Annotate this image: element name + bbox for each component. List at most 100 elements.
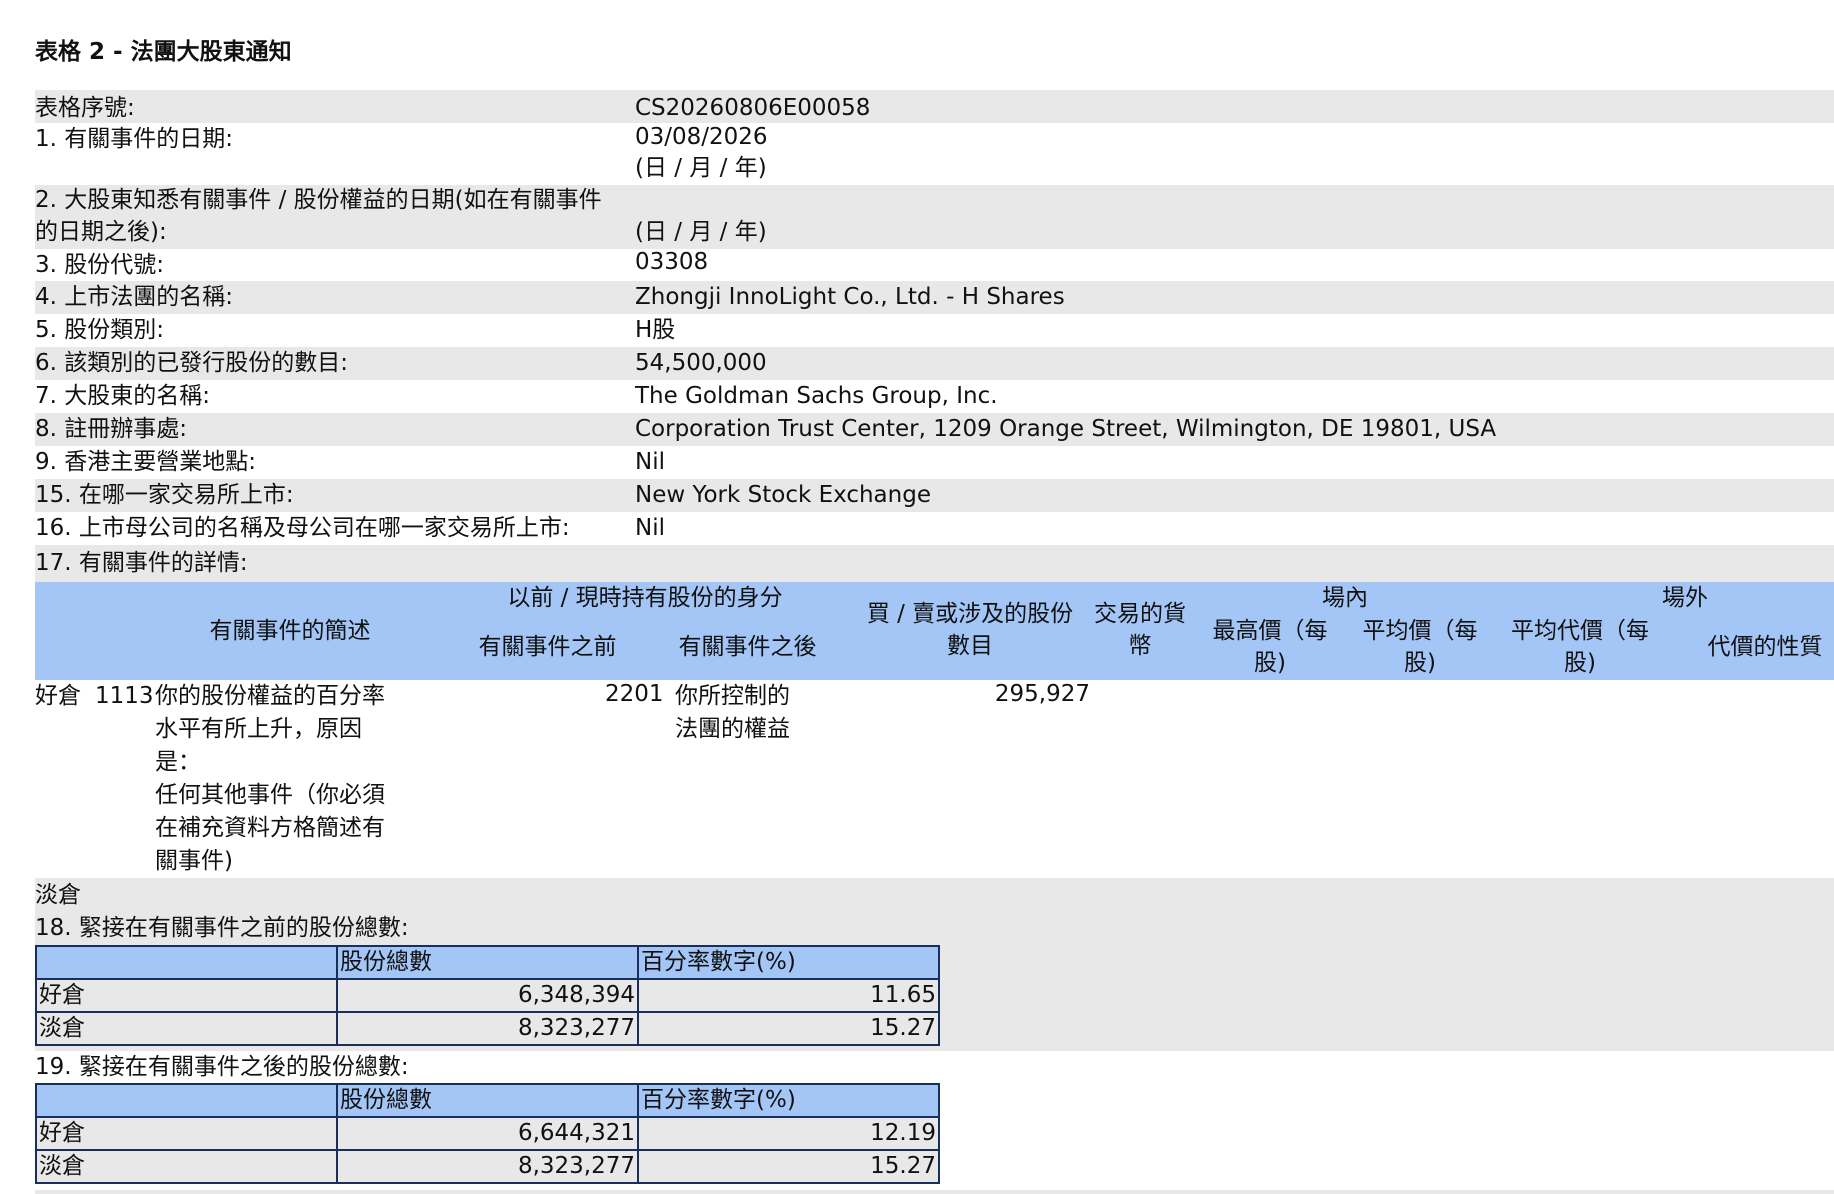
field-16: 16. 上市母公司的名稱及母公司在哪一家交易所上市: Nil [35, 512, 1834, 545]
header-total-shares: 股份總數 [336, 945, 639, 980]
field-4: 4. 上市法團的名稱: Zhongji InnoLight Co., Ltd. … [35, 281, 1834, 314]
event-desc-line: 水平有所上升，原因 [155, 716, 362, 742]
field-label: 18. 緊接在有關事件之前的股份總數: [35, 915, 409, 941]
header-capacity-group: 以前 / 現時持有股份的身分 [507, 585, 783, 611]
field-serial: 表格序號: CS20260806E00058 [35, 90, 1834, 123]
field-17: 17. 有關事件的詳情: [35, 545, 1834, 582]
totals-after-table: 股份總數 百分率數字(%) 好倉 6,644,321 12.19 淡倉 8,32… [35, 1083, 940, 1184]
total-shares: 6,644,321 [336, 1116, 639, 1151]
field-value: Nil [635, 449, 665, 475]
header-percentage: 百分率數字(%) [637, 1083, 940, 1118]
field-6: 6. 該類別的已發行股份的數目: 54,500,000 [35, 347, 1834, 380]
field-label: 4. 上市法團的名稱: [35, 284, 234, 310]
field-5: 5. 股份類別: H股 [35, 314, 1834, 347]
field-label: 15. 在哪一家交易所上市: [35, 482, 294, 508]
header-highest-line1: 最高價（每 [1212, 618, 1328, 644]
field-9: 9. 香港主要營業地點: Nil [35, 446, 1834, 479]
field-label: 9. 香港主要營業地點: [35, 449, 257, 475]
position-short: 淡倉 [35, 882, 81, 908]
field-2: 2. 大股東知悉有關事件 / 股份權益的日期(如在有關事件 的日期之後): (日… [35, 185, 1834, 249]
header-shares-line2: 數目 [947, 633, 993, 659]
field-value: The Goldman Sachs Group, Inc. [635, 383, 998, 409]
field-label: 1. 有關事件的日期: [35, 126, 234, 152]
header-blank [35, 1083, 338, 1118]
after-capacity-line: 你所控制的 [675, 683, 790, 709]
totals-before-table: 股份總數 百分率數字(%) 好倉 6,348,394 11.65 淡倉 8,32… [35, 945, 940, 1046]
field-label: 16. 上市母公司的名稱及母公司在哪一家交易所上市: [35, 515, 570, 541]
field-18: 18. 緊接在有關事件之前的股份總數: [35, 911, 1834, 945]
form-page: 表格 2 - 法團大股東通知 表格序號: CS20260806E00058 1.… [0, 0, 1834, 1194]
field-label: 17. 有關事件的詳情: [35, 550, 248, 576]
field-19: 19. 緊接在有關事件之後的股份總數: [35, 1051, 1834, 1083]
table-row: 淡倉 8,323,277 15.27 [35, 1011, 940, 1046]
header-avg-consideration-line2: 股) [1564, 650, 1596, 676]
event-desc-line: 是： [155, 749, 201, 775]
field-label: 表格序號: [35, 95, 135, 121]
header-total-shares: 股份總數 [336, 1083, 639, 1118]
event-desc-line: 任何其他事件（你必須 [155, 782, 385, 808]
date-format-note: (日 / 月 / 年) [635, 219, 767, 245]
field-value: Corporation Trust Center, 1209 Orange St… [635, 416, 1497, 442]
field-7: 7. 大股東的名稱: The Goldman Sachs Group, Inc. [35, 380, 1834, 413]
percentage: 15.27 [637, 1149, 940, 1184]
position-label: 好倉 [35, 1116, 338, 1151]
field-value: 03/08/2026 [635, 124, 768, 150]
table-row: 淡倉 8,323,277 15.27 [35, 1149, 940, 1184]
field-label: 3. 股份代號: [35, 252, 165, 278]
field-label-line1: 2. 大股東知悉有關事件 / 股份權益的日期(如在有關事件 [35, 187, 602, 213]
percentage: 11.65 [637, 978, 940, 1013]
event-table-header: 有關事件的簡述 以前 / 現時持有股份的身分 有關事件之前 有關事件之後 買 /… [35, 582, 1834, 680]
field-label: 19. 緊接在有關事件之後的股份總數: [35, 1054, 409, 1080]
header-percentage: 百分率數字(%) [637, 945, 940, 980]
percentage: 12.19 [637, 1116, 940, 1151]
field-value: New York Stock Exchange [635, 482, 931, 508]
position-label: 淡倉 [35, 1149, 338, 1184]
header-description: 有關事件的簡述 [209, 618, 371, 644]
field-3: 3. 股份代號: 03308 [35, 249, 1834, 281]
event-code: 1113 [95, 683, 154, 709]
totals-after-section: 股份總數 百分率數字(%) 好倉 6,644,321 12.19 淡倉 8,32… [35, 1083, 1834, 1189]
header-shares-line1: 買 / 賣或涉及的股份 [866, 601, 1074, 627]
position-label: 淡倉 [35, 1011, 338, 1046]
total-shares: 8,323,277 [336, 1011, 639, 1046]
field-value: H股 [635, 317, 676, 343]
field-label: 7. 大股東的名稱: [35, 383, 211, 409]
header-after: 有關事件之後 [678, 634, 817, 660]
after-code: 2201 [605, 681, 664, 707]
table-row: 好倉 6,644,321 12.19 [35, 1116, 940, 1151]
shares-involved: 295,927 [994, 681, 1090, 707]
field-15: 15. 在哪一家交易所上市: New York Stock Exchange [35, 479, 1834, 512]
field-label: 6. 該類別的已發行股份的數目: [35, 350, 349, 376]
field-value: Nil [635, 515, 665, 541]
event-table-row: 好倉 1113 你的股份權益的百分率 水平有所上升，原因 是： 任何其他事件（你… [35, 680, 1834, 878]
field-label: 5. 股份類別: [35, 317, 165, 343]
field-value: 03308 [635, 249, 709, 275]
event-desc-line: 在補充資料方格簡述有 [155, 815, 385, 841]
event-desc-line: 你的股份權益的百分率 [155, 683, 385, 709]
divider [35, 1190, 1834, 1194]
header-blank [35, 945, 338, 980]
date-format-note: (日 / 月 / 年) [635, 155, 767, 181]
header-on-exchange: 場內 [1322, 585, 1368, 611]
total-shares: 6,348,394 [336, 978, 639, 1013]
header-off-exchange: 場外 [1662, 585, 1708, 611]
percentage: 15.27 [637, 1011, 940, 1046]
position-label: 好倉 [35, 978, 338, 1013]
total-shares: 8,323,277 [336, 1149, 639, 1184]
field-label: 8. 註冊辦事處: [35, 416, 188, 442]
field-value: 54,500,000 [635, 350, 767, 376]
form-title: 表格 2 - 法團大股東通知 [35, 39, 292, 65]
position-long: 好倉 [35, 683, 81, 709]
header-currency-line1: 交易的貨 [1094, 601, 1186, 627]
field-8: 8. 註冊辦事處: Corporation Trust Center, 1209… [35, 413, 1834, 446]
event-desc-line: 關事件) [155, 848, 233, 874]
header-average-line1: 平均價（每 [1362, 618, 1478, 644]
header-highest-line2: 股) [1254, 650, 1286, 676]
field-label-line2: 的日期之後): [35, 219, 167, 245]
header-currency-line2: 幣 [1128, 633, 1152, 659]
header-average-line2: 股) [1404, 650, 1436, 676]
table-row: 好倉 6,348,394 11.65 [35, 978, 940, 1013]
totals-before-section: 股份總數 百分率數字(%) 好倉 6,348,394 11.65 淡倉 8,32… [35, 945, 1834, 1051]
header-avg-consideration-line1: 平均代價（每 [1511, 618, 1649, 644]
after-capacity-line: 法團的權益 [675, 716, 790, 742]
